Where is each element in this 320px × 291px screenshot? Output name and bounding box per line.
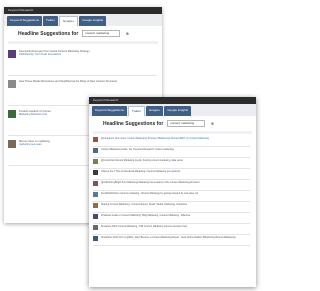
tweet-row[interactable]: @AnDarVeryBright from Marketing Marketin…: [93, 180, 250, 191]
tweet-text: Content Marketing Guide, the 'Keyword Re…: [101, 148, 174, 151]
avatar: [93, 170, 98, 175]
avatar: [93, 159, 98, 164]
tweet-row[interactable]: @rcolombia Inbound Marketing trends: hos…: [93, 158, 250, 169]
tweet-text: @rcolombia Inbound Marketing trends: hos…: [101, 159, 184, 162]
avatar: [93, 203, 98, 208]
tweet-row[interactable]: Chance the 7 Tips of Facebook Marketing:…: [93, 169, 250, 180]
tweet-text: @AnDarVeryBright from Marketing Marketin…: [101, 181, 200, 184]
tab-bar: Keyword Suggestions Twitter Google+ Goog…: [89, 104, 256, 116]
tweet-text: Zmarkets Guide to Content Marketing: Blo…: [101, 214, 191, 217]
headline-label: Headline Suggestions for: [103, 120, 164, 127]
tab-twitter[interactable]: Twitter: [128, 106, 145, 116]
tweet-list: @Infogator1 New video 'Content Marketing…: [89, 136, 256, 246]
avatar: [93, 236, 98, 241]
tab-google-plus[interactable]: Google+: [58, 16, 79, 26]
tweet-link[interactable]: on Content Marketing: [186, 137, 209, 140]
window-titlebar: Keyword Research: [4, 7, 162, 14]
tweet-link[interactable]: goo.gl/a1b2c: [167, 170, 181, 173]
item-subtitle: marketing seo sean: [19, 143, 42, 147]
tab-keyword-suggestions[interactable]: Keyword Suggestions: [7, 16, 43, 26]
headline-label: Headline Suggestions for: [18, 30, 79, 37]
item-subtitle: Published by Your Great Innovations: [19, 53, 61, 57]
tweet-row[interactable]: FreshPathOnline Content marketing - #Con…: [93, 191, 250, 202]
tab-keyword-suggestions[interactable]: Keyword Suggestions: [92, 106, 128, 116]
tab-twitter[interactable]: Twitter: [43, 16, 58, 26]
keyword-input[interactable]: content marketing: [82, 30, 121, 37]
tweet-text: Chance the 7 Tips of Facebook Marketing:…: [101, 170, 167, 173]
headline-bar: Headline Suggestions for content marketi…: [89, 116, 256, 131]
tweet-text: Sharing Content Marketing - Content Expe…: [101, 203, 188, 206]
tweet-row[interactable]: Zmarkets Guide to Content Marketing: Blo…: [93, 213, 250, 224]
divider: [93, 131, 252, 134]
tweet-text: FreshPathOnline Content marketing - #Con…: [101, 192, 199, 195]
tweet-text: Smashbox 2013 Oct us @Dilly_DAA 'Become …: [101, 236, 236, 239]
tab-google-insights[interactable]: Google Insights: [164, 106, 192, 116]
avatar: [93, 137, 98, 142]
item-title: How These Media Discussions and Simplifi…: [19, 80, 118, 83]
thumbnail-image: [8, 80, 16, 88]
headline-bar: Headline Suggestions for content marketi…: [4, 26, 162, 41]
tweet-row[interactable]: @Infogator1 New video 'Content Marketing…: [93, 136, 250, 147]
avatar: [93, 225, 98, 230]
keyword-input[interactable]: content marketing: [167, 120, 206, 127]
avatar: [93, 148, 98, 153]
tweet-row[interactable]: Content Marketing Guide, the 'Keyword Re…: [93, 147, 250, 158]
tweet-text: @Infogator1 New video 'Content Marketing…: [101, 137, 186, 140]
tweet-row[interactable]: Smashbox 2013 Oct us @Dilly_DAA 'Become …: [93, 235, 250, 246]
thumbnail-image: [8, 50, 16, 58]
avatar: [93, 192, 98, 197]
search-icon[interactable]: ⊕: [124, 31, 130, 37]
divider: [8, 41, 158, 44]
search-icon[interactable]: ⊕: [209, 121, 215, 127]
thumbnail-image: [8, 140, 16, 148]
tweet-row[interactable]: Sharing Content Marketing - Content Expe…: [93, 202, 250, 213]
window-titlebar: Keyword Research: [89, 97, 256, 104]
list-item[interactable]: Successful Emergent from Social Content …: [8, 46, 156, 76]
tweet-text: Smashes 2013 Content Marketing, 7/48 Con…: [101, 225, 187, 228]
avatar: [93, 181, 98, 186]
item-subtitle: Marketing Business Aud: [19, 113, 47, 117]
tab-bar: Keyword Suggestions Twitter Google+ Goog…: [4, 14, 162, 26]
front-window: Keyword Research Keyword Suggestions Twi…: [89, 97, 256, 287]
tab-google-plus[interactable]: Google+: [145, 106, 164, 116]
thumbnail-image: [8, 110, 16, 118]
tab-google-insights[interactable]: Google Insights: [79, 16, 107, 26]
tweet-row[interactable]: Smashes 2013 Content Marketing, 7/48 Con…: [93, 224, 250, 235]
avatar: [93, 214, 98, 219]
